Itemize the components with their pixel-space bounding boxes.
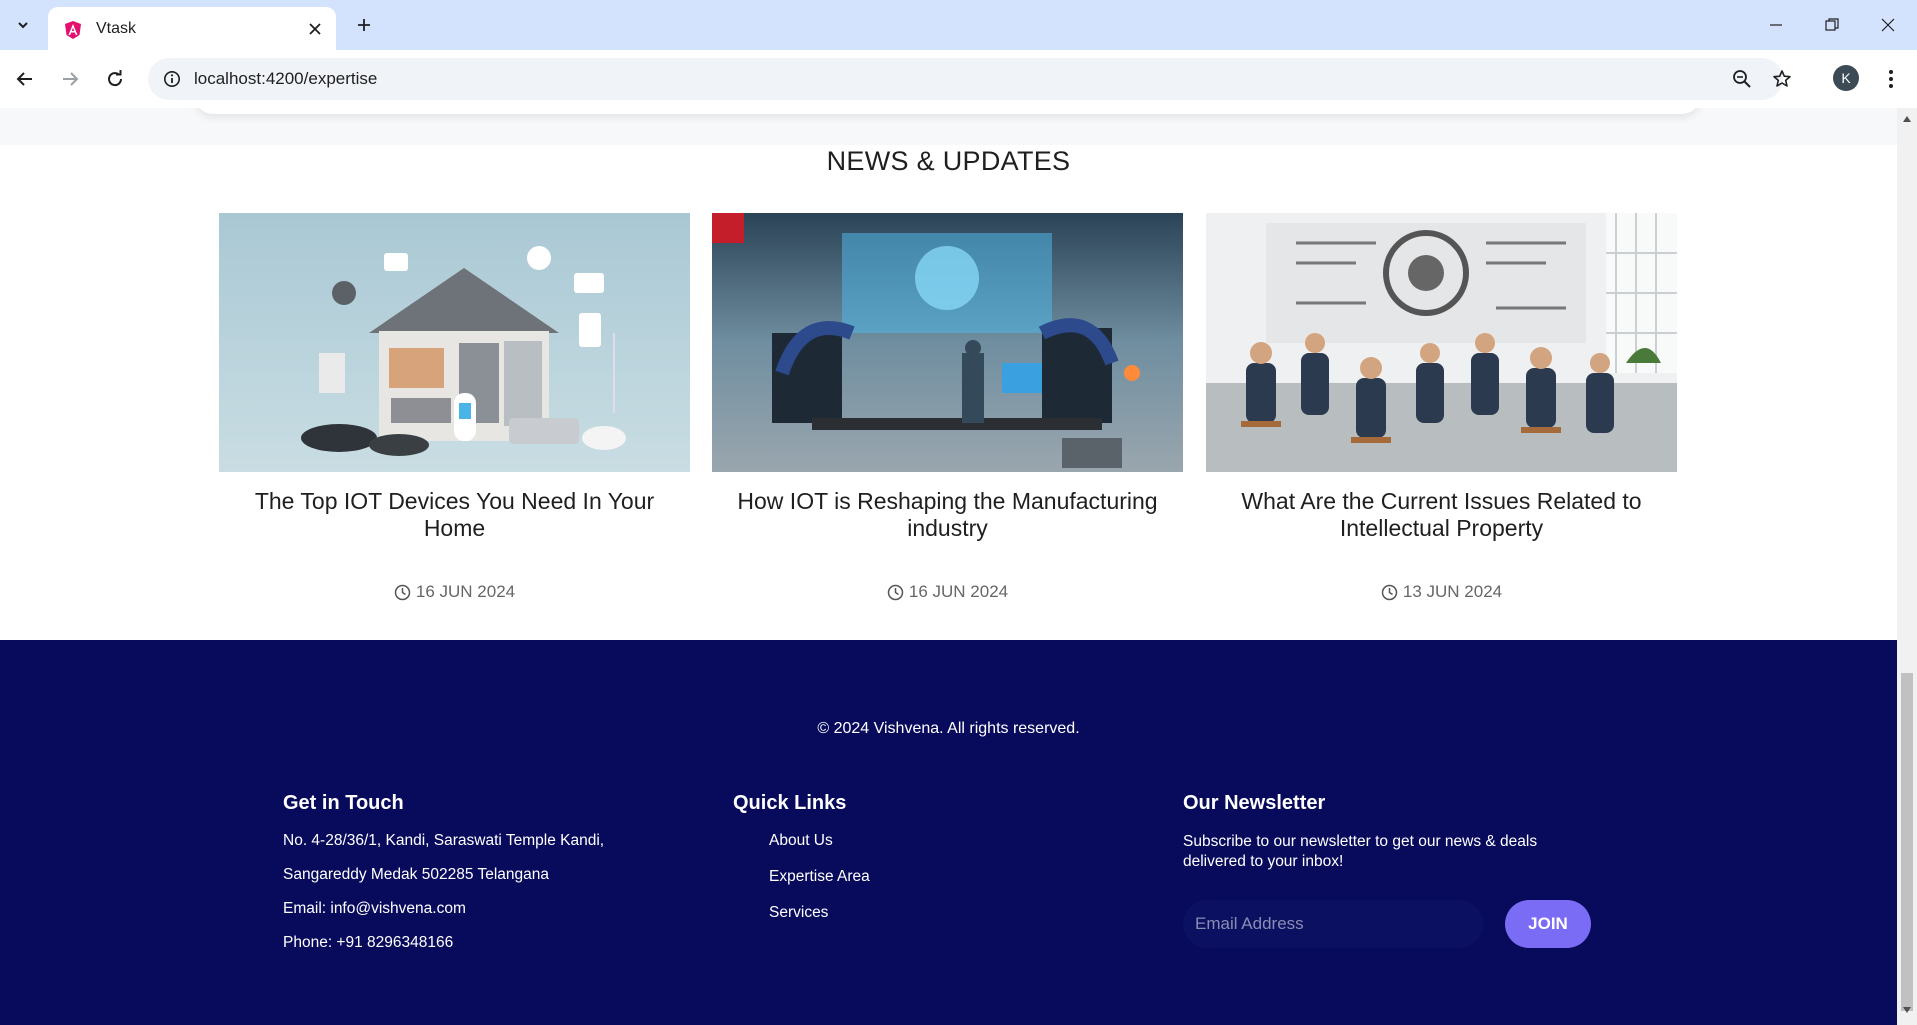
close-window-button[interactable] (1868, 10, 1908, 40)
news-card[interactable]: What Are the Current Issues Related to I… (1206, 213, 1677, 602)
forward-button[interactable] (54, 63, 86, 95)
quick-link-about-us[interactable]: About Us (769, 832, 870, 850)
new-tab-button[interactable] (350, 11, 378, 39)
page-viewport: NEWS & UPDATES The Top IOT Devices You N… (0, 108, 1897, 1025)
reload-button[interactable] (99, 63, 131, 95)
site-info-button[interactable] (160, 67, 184, 91)
arrow-right-icon (63, 72, 79, 86)
plus-icon (358, 19, 370, 31)
address-line-1: No. 4-28/36/1, Kandi, Saraswati Temple K… (283, 832, 605, 849)
reload-icon (108, 70, 123, 87)
quick-link-services[interactable]: Services (769, 904, 870, 922)
news-card-date: 16 JUN 2024 (712, 582, 1183, 602)
news-card-date-text: 16 JUN 2024 (908, 582, 1009, 601)
bookmark-button[interactable] (1770, 67, 1794, 91)
smart-home-iot-image[interactable] (219, 213, 690, 472)
address-line-2: Sangareddy Medak 502285 Telangana (283, 866, 550, 883)
minimize-icon (1770, 24, 1782, 26)
back-button[interactable] (9, 63, 41, 95)
restore-icon (1825, 18, 1839, 31)
get-in-touch-heading: Get in Touch (283, 792, 404, 814)
browser-tab[interactable]: Vtask (48, 7, 336, 50)
newsletter-section: Our Newsletter Subscribe to our newslett… (1183, 792, 1603, 962)
browser-toolbar: localhost:4200/expertise K (0, 50, 1917, 108)
url-text[interactable]: localhost:4200/expertise (194, 69, 377, 89)
close-icon (309, 23, 321, 35)
news-card-title[interactable]: What Are the Current Issues Related to I… (1206, 488, 1677, 558)
arrow-left-icon (16, 72, 32, 86)
site-footer: © 2024 Vishvena. All rights reserved. Ge… (0, 640, 1897, 1025)
page-scrollbar[interactable] (1897, 108, 1917, 1025)
newsletter-description: Subscribe to our newsletter to get our n… (1183, 833, 1538, 870)
news-card-date: 13 JUN 2024 (1206, 582, 1677, 602)
tab-title: Vtask (96, 20, 137, 37)
quick-link-expertise-area[interactable]: Expertise Area (769, 868, 870, 886)
profile-avatar[interactable]: K (1833, 65, 1859, 91)
tab-close-button[interactable] (304, 18, 326, 40)
scroll-up-button[interactable] (1902, 114, 1912, 124)
contact-phone: Phone: +91 8296348166 (283, 934, 454, 951)
newsletter-heading: Our Newsletter (1183, 792, 1326, 814)
scroll-down-button[interactable] (1902, 1005, 1912, 1015)
copyright-text: © 2024 Vishvena. All rights reserved. (817, 720, 1080, 737)
scrollbar-thumb[interactable] (1901, 673, 1913, 1011)
clock-icon (394, 584, 411, 600)
quick-links-heading: Quick Links (733, 792, 847, 814)
browser-menu-button[interactable] (1877, 63, 1905, 95)
angular-logo-icon (65, 21, 81, 39)
news-card-date-text: 16 JUN 2024 (415, 582, 516, 601)
triangle-up-icon (1903, 116, 1911, 122)
chevron-down-icon (18, 22, 28, 29)
browser-tab-strip: Vtask (0, 0, 1917, 50)
newsletter-email-input[interactable] (1183, 900, 1483, 948)
address-bar[interactable]: localhost:4200/expertise (148, 58, 1791, 100)
zoom-button[interactable] (1730, 67, 1754, 91)
quick-links-section: Quick Links About Us Expertise Area Serv… (733, 792, 870, 940)
join-button[interactable]: JOIN (1505, 900, 1591, 948)
news-card-date: 16 JUN 2024 (219, 582, 690, 602)
restore-button[interactable] (1812, 10, 1852, 40)
team-meeting-image[interactable] (1206, 213, 1677, 472)
contact-email: Email: info@vishvena.com (283, 900, 466, 917)
tab-search-button[interactable] (9, 11, 37, 39)
previous-section-card-edge (195, 108, 1700, 114)
more-vertical-icon (1889, 70, 1893, 88)
news-card-title[interactable]: How IOT is Reshaping the Manufacturing i… (712, 488, 1183, 558)
zoom-out-icon (1733, 70, 1751, 88)
news-card-title[interactable]: The Top IOT Devices You Need In Your Hom… (219, 488, 690, 558)
news-section-heading: NEWS & UPDATES (826, 146, 1071, 176)
info-icon (164, 71, 180, 87)
news-card-date-text: 13 JUN 2024 (1402, 582, 1503, 601)
close-icon (1881, 18, 1895, 32)
triangle-down-icon (1903, 1007, 1911, 1013)
minimize-button[interactable] (1756, 10, 1796, 40)
clock-icon (887, 584, 904, 600)
news-card[interactable]: How IOT is Reshaping the Manufacturing i… (712, 213, 1183, 602)
get-in-touch-section: Get in Touch No. 4-28/36/1, Kandi, Saras… (283, 792, 604, 968)
news-card[interactable]: The Top IOT Devices You Need In Your Hom… (219, 213, 690, 602)
iot-manufacturing-image[interactable] (712, 213, 1183, 472)
clock-icon (1381, 584, 1398, 600)
star-icon (1773, 70, 1791, 87)
